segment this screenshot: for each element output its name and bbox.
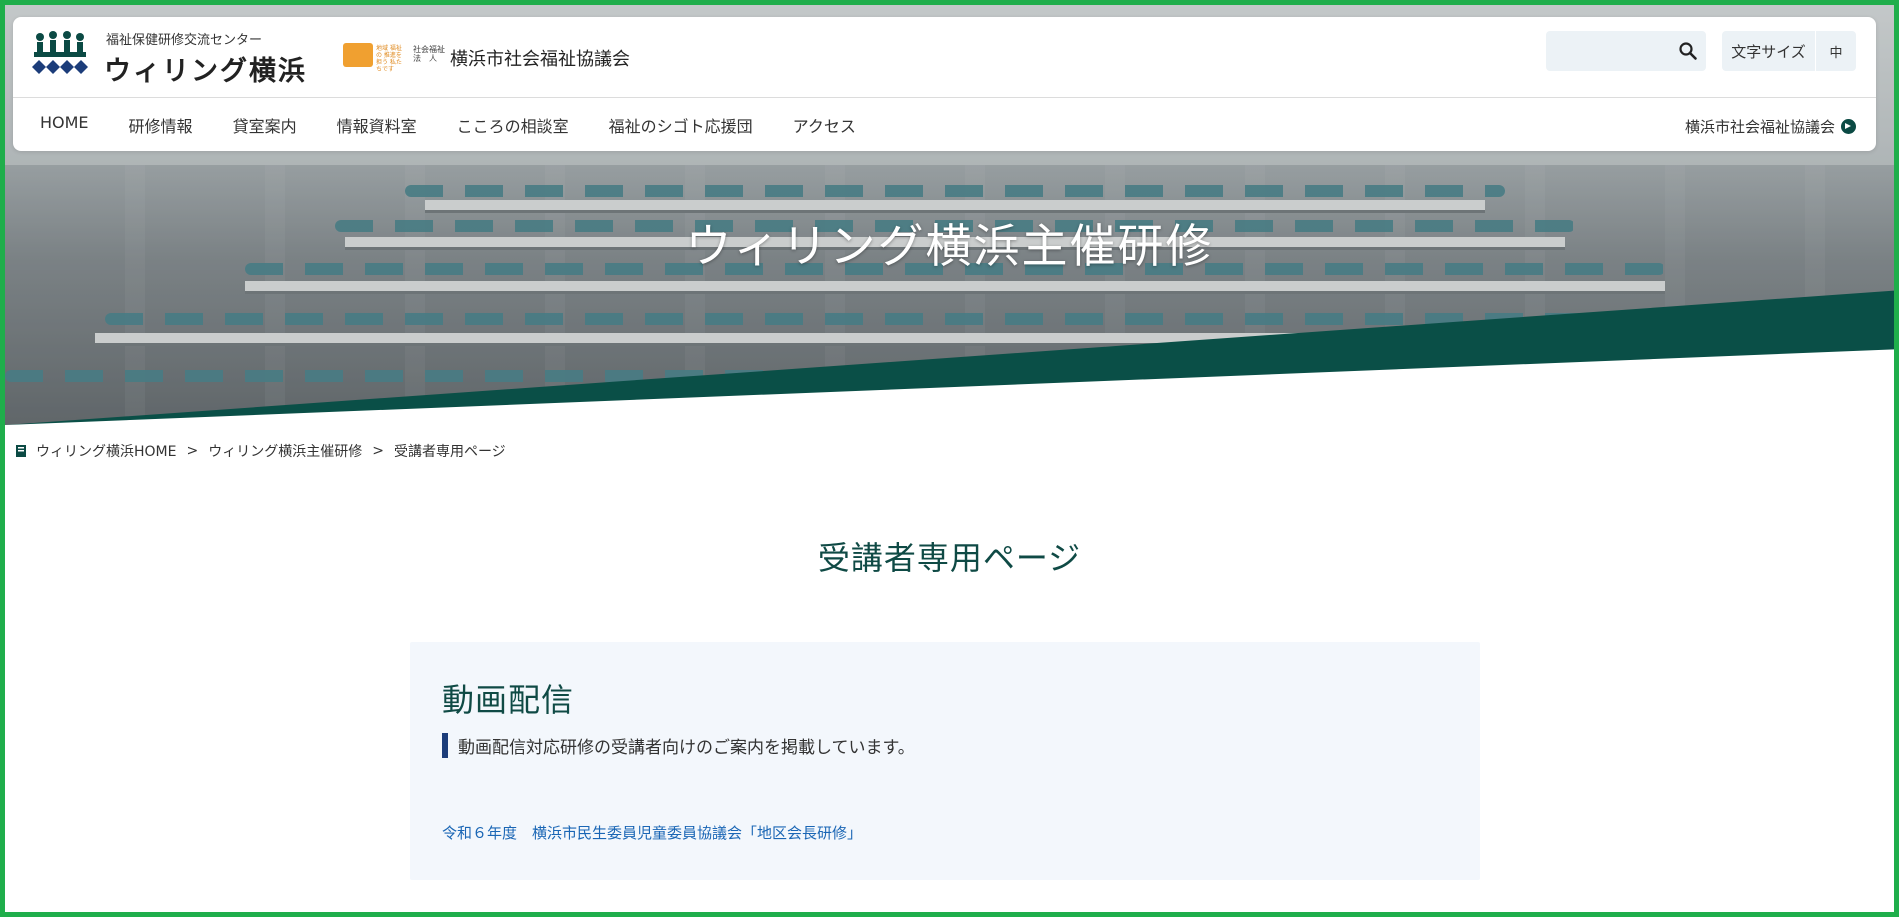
association-name[interactable]: 横浜市社会福祉協議会 [450, 45, 630, 71]
association-tagline: 地域 福祉の 推進を担う 私たちです [376, 45, 402, 73]
card-description: 動画配信対応研修の受講者向けのご案内を掲載しています。 [442, 733, 915, 758]
nav-info-library[interactable]: 情報資料室 [337, 113, 417, 137]
association-link[interactable]: 横浜市社会福祉協議会 [1685, 116, 1856, 137]
breadcrumb-separator: > [186, 443, 199, 459]
main-nav: HOME 研修情報 貸室案内 情報資料室 こころの相談室 福祉のシゴト応援団 ア… [40, 113, 896, 137]
breadcrumb-training[interactable]: ウィリング横浜主催研修 [208, 441, 362, 461]
font-size-medium-button[interactable]: 中 [1816, 31, 1856, 71]
nav-training-info[interactable]: 研修情報 [129, 113, 193, 137]
font-size-control: 文字サイズ 中 [1722, 31, 1856, 71]
breadcrumb-separator: > [372, 443, 384, 459]
card-heading: 動画配信 [442, 681, 575, 719]
nav-counseling-room[interactable]: こころの相談室 [457, 113, 569, 137]
logo-title[interactable]: ウィリング横浜 [104, 49, 307, 88]
search-icon[interactable] [1678, 41, 1698, 61]
font-size-label: 文字サイズ [1722, 31, 1816, 71]
association-corp-label: 社会福祉 法 人 [413, 45, 445, 63]
site-header: 福祉保健研修交流センター ウィリング横浜 地域 福祉の 推進を担う 私たちです … [13, 17, 1876, 151]
book-icon [16, 445, 26, 457]
arrow-right-circle-icon [1841, 119, 1856, 134]
logo-subtitle: 福祉保健研修交流センター [106, 33, 263, 48]
nav-home[interactable]: HOME [40, 113, 89, 137]
header-top: 福祉保健研修交流センター ウィリング横浜 地域 福祉の 推進を担う 私たちです … [13, 17, 1876, 98]
training-link[interactable]: 令和６年度 横浜市民生委員児童委員協議会「地区会長研修」 [442, 822, 862, 843]
breadcrumb-home[interactable]: ウィリング横浜HOME [36, 441, 176, 461]
page-title: 受講者専用ページ [817, 539, 1082, 577]
nav-room-rental[interactable]: 貸室案内 [233, 113, 297, 137]
willing-logo-icon[interactable] [31, 30, 89, 78]
breadcrumb-current: 受講者専用ページ [393, 444, 506, 460]
nav-welfare-jobs[interactable]: 福祉のシゴト応援団 [609, 113, 753, 137]
hero-title: ウィリング横浜主催研修 [685, 219, 1214, 273]
video-streaming-card: 動画配信 動画配信対応研修の受講者向けのご案内を掲載しています。 令和６年度 横… [410, 642, 1480, 880]
breadcrumb: ウィリング横浜HOME > ウィリング横浜主催研修 > 受講者専用ページ [14, 441, 506, 461]
nav-access[interactable]: アクセス [793, 113, 856, 137]
association-logo-icon[interactable] [343, 43, 373, 67]
association-link-label: 横浜市社会福祉協議会 [1684, 118, 1835, 136]
